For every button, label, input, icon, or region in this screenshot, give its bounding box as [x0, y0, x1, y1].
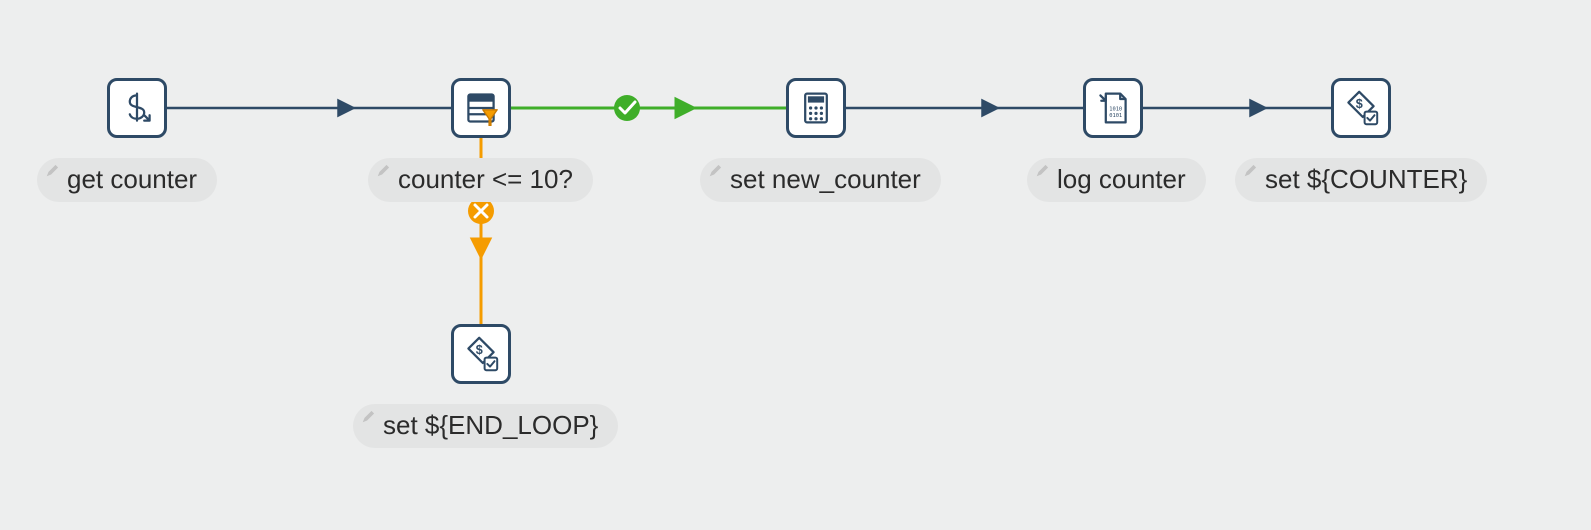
svg-text:$: $ — [476, 343, 483, 357]
label-set-end-loop[interactable]: set ${END_LOOP} — [353, 404, 618, 448]
badge-true-bg — [614, 95, 640, 121]
calculator-icon — [798, 90, 834, 126]
node-label-text: set ${END_LOOP} — [383, 410, 598, 440]
node-log-counter[interactable]: 1010 0101 — [1083, 78, 1143, 138]
label-log-counter[interactable]: log counter — [1027, 158, 1206, 202]
x-icon — [475, 205, 487, 217]
edit-icon — [376, 164, 390, 178]
label-get-counter[interactable]: get counter — [37, 158, 217, 202]
log-file-icon: 1010 0101 — [1095, 90, 1131, 126]
label-set-counter[interactable]: set ${COUNTER} — [1235, 158, 1487, 202]
dollar-tag-check-icon: $ — [463, 336, 499, 372]
node-condition[interactable] — [451, 78, 511, 138]
node-get-counter[interactable] — [107, 78, 167, 138]
edit-icon — [45, 164, 59, 178]
node-label-text: set new_counter — [730, 164, 921, 194]
svg-text:$: $ — [1356, 97, 1363, 111]
node-set-new-counter[interactable] — [786, 78, 846, 138]
edit-icon — [1035, 164, 1049, 178]
edit-icon — [361, 410, 375, 424]
check-icon — [620, 102, 635, 113]
node-set-counter[interactable]: $ — [1331, 78, 1391, 138]
diagram-canvas[interactable]: get counter counter <= 10? set new_count… — [0, 0, 1591, 530]
dollar-arrow-icon — [119, 90, 155, 126]
label-condition[interactable]: counter <= 10? — [368, 158, 593, 202]
dollar-tag-check-icon: $ — [1343, 90, 1379, 126]
svg-text:1010: 1010 — [1109, 107, 1122, 113]
node-label-text: log counter — [1057, 164, 1186, 194]
node-label-text: counter <= 10? — [398, 164, 573, 194]
node-set-end-loop[interactable]: $ — [451, 324, 511, 384]
svg-text:0101: 0101 — [1109, 113, 1122, 119]
edit-icon — [1243, 164, 1257, 178]
label-set-new-counter[interactable]: set new_counter — [700, 158, 941, 202]
edit-icon — [708, 164, 722, 178]
filter-rows-icon — [463, 90, 499, 126]
node-label-text: set ${COUNTER} — [1265, 164, 1467, 194]
node-label-text: get counter — [67, 164, 197, 194]
